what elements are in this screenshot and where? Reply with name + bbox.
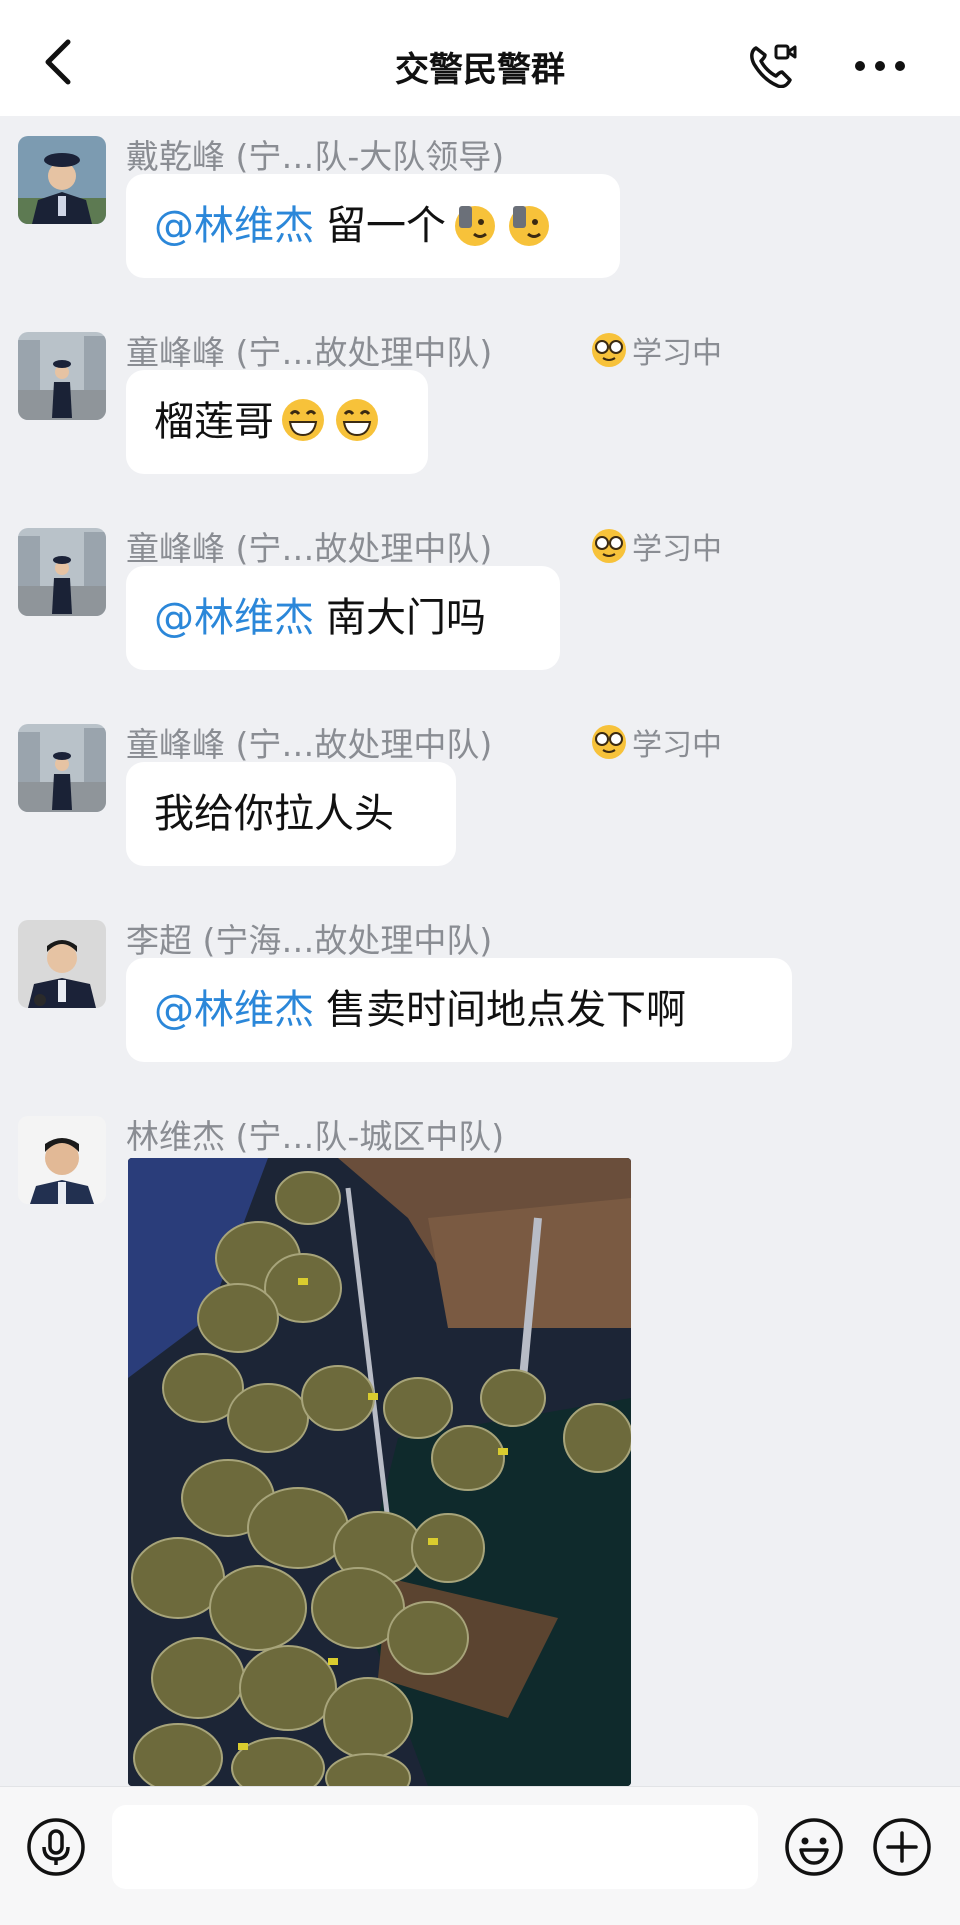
more-dots-icon[interactable] (852, 48, 908, 84)
message-text: 售卖时间地点发下啊 (326, 987, 686, 1033)
durian-photo[interactable] (128, 1158, 631, 1786)
phone-video-call-icon[interactable] (748, 42, 798, 89)
message-bubble[interactable]: 榴莲哥 (126, 370, 428, 474)
chat-title: 交警民警群 (395, 50, 565, 90)
smiley-icon[interactable] (784, 1817, 844, 1877)
avatar[interactable] (18, 724, 106, 812)
message-bubble[interactable]: 我给你拉人头 (126, 762, 456, 866)
message-input[interactable] (112, 1805, 758, 1889)
message-text: 榴莲哥 (154, 399, 274, 445)
status-badge: 学习中 (590, 524, 722, 573)
avatar[interactable] (18, 136, 106, 224)
nerd-glasses-emoji-icon (590, 331, 628, 377)
chat-header: 交警民警群 (0, 0, 960, 116)
nerd-glasses-emoji-icon (590, 527, 628, 573)
mention-link[interactable]: @林维杰 (154, 595, 314, 641)
avatar[interactable] (18, 332, 106, 420)
salute-wink-emoji-icon (450, 184, 500, 288)
message-bubble[interactable]: @林维杰 留一个 (126, 174, 620, 278)
avatar[interactable] (18, 528, 106, 616)
microphone-icon[interactable] (26, 1817, 86, 1877)
sender-name: 童峰峰 (宁…故处理中队) (126, 529, 493, 568)
status-badge: 学习中 (590, 328, 722, 377)
sender-name: 戴乾峰 (宁…队-大队领导) (126, 137, 505, 176)
plus-icon[interactable] (872, 1817, 932, 1877)
status-text: 学习中 (632, 532, 722, 567)
message-bubble[interactable]: @林维杰 南大门吗 (126, 566, 560, 670)
salute-wink-emoji-icon (504, 184, 554, 288)
grin-emoji-icon (278, 380, 328, 484)
status-badge: 学习中 (590, 720, 722, 769)
sender-name: 林维杰 (宁…队-城区中队) (126, 1117, 505, 1156)
message-bubble[interactable]: @林维杰 售卖时间地点发下啊 (126, 958, 792, 1062)
nerd-glasses-emoji-icon (590, 723, 628, 769)
status-text: 学习中 (632, 728, 722, 763)
mention-link[interactable]: @林维杰 (154, 987, 314, 1033)
mention-link[interactable]: @林维杰 (154, 203, 314, 249)
status-text: 学习中 (632, 336, 722, 371)
avatar[interactable] (18, 1116, 106, 1204)
sender-name: 童峰峰 (宁…故处理中队) (126, 725, 493, 764)
avatar[interactable] (18, 920, 106, 1008)
message-text: 留一个 (326, 203, 446, 249)
message-text: 我给你拉人头 (154, 791, 394, 837)
sender-name: 童峰峰 (宁…故处理中队) (126, 333, 493, 372)
input-bar (0, 1786, 960, 1925)
message-text: 南大门吗 (326, 595, 486, 641)
sender-name: 李超 (宁海…故处理中队) (126, 921, 493, 960)
grin-emoji-icon (332, 380, 382, 484)
